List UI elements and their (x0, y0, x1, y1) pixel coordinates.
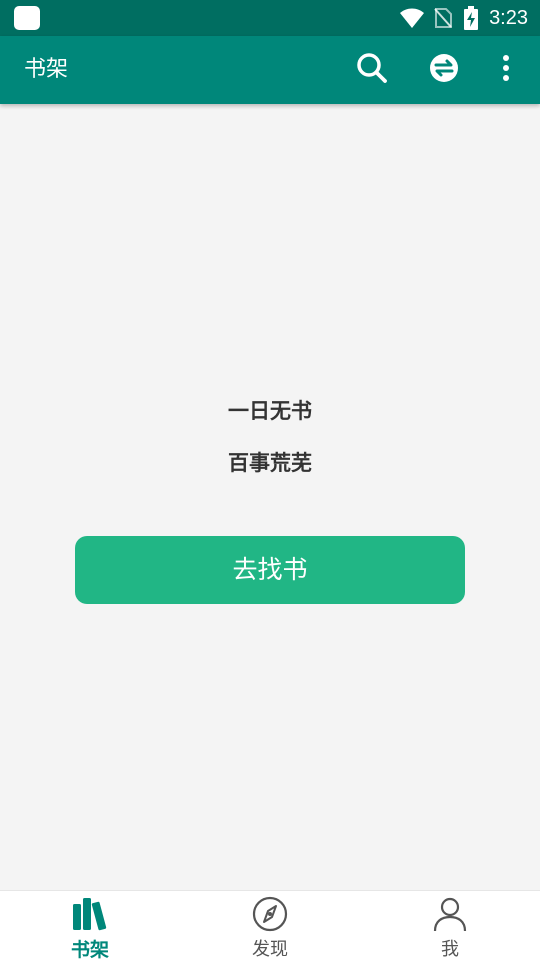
bookshelf-icon (70, 895, 110, 933)
status-indicators: 3:23 (399, 0, 528, 36)
nav-item-me[interactable]: 我 (360, 891, 540, 960)
empty-message-line-1: 一日无书 (228, 399, 312, 423)
nav-label-bookshelf: 书架 (70, 939, 109, 960)
nav-label-me: 我 (441, 939, 459, 960)
nav-item-discover[interactable]: 发现 (180, 891, 360, 960)
status-time: 3:23 (489, 6, 528, 29)
nav-label-discover: 发现 (252, 939, 288, 960)
exchange-icon (429, 53, 459, 87)
compass-icon (250, 895, 290, 933)
empty-message-line-2: 百事荒芜 (228, 451, 312, 475)
app-toolbar: 书架 (0, 36, 540, 104)
find-books-button[interactable]: 去找书 (75, 536, 465, 604)
status-bar: 3:23 (0, 0, 540, 36)
page-title: 书架 (24, 57, 69, 82)
sync-button[interactable] (424, 50, 464, 90)
battery-charging-icon (463, 6, 479, 30)
more-options-button[interactable] (486, 50, 526, 90)
screen: 3:23 书架 一日无书 百事荒芜 去找书 书架 发现 我 (0, 0, 540, 960)
app-notification-icon (14, 6, 40, 30)
bottom-navigation: 书架 发现 我 (0, 890, 540, 960)
wifi-icon (399, 7, 425, 29)
search-icon (356, 52, 388, 88)
no-sim-icon (433, 7, 453, 29)
nav-item-bookshelf[interactable]: 书架 (0, 891, 180, 960)
more-vert-icon (502, 54, 510, 86)
person-icon (430, 895, 470, 933)
search-button[interactable] (352, 50, 392, 90)
